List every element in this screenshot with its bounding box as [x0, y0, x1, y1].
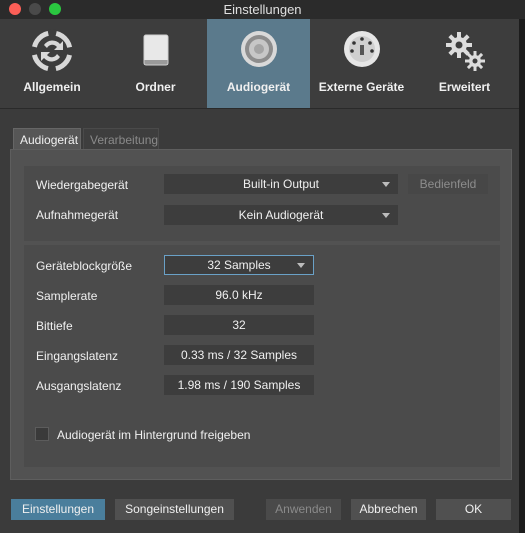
bitdepth-label: Bittiefe: [36, 319, 73, 333]
samplerate-label: Samplerate: [36, 289, 98, 303]
record-device-value: Kein Audiogerät: [238, 208, 324, 222]
midi-connector-icon: [343, 31, 380, 67]
song-settings-button[interactable]: Songeinstellungen: [115, 499, 234, 520]
ok-button[interactable]: OK: [436, 499, 511, 520]
sync-icon: [30, 29, 74, 73]
block-size-dropdown[interactable]: 32 Samples: [164, 255, 314, 275]
settings-button[interactable]: Einstellungen: [11, 499, 105, 520]
background-release-label: Audiogerät im Hintergrund freigeben: [57, 428, 251, 442]
bitdepth-value: 32: [164, 315, 314, 335]
record-device-label: Aufnahmegerät: [36, 208, 119, 222]
samplerate-value: 96.0 kHz: [164, 285, 314, 305]
tab-audio-device[interactable]: Audiogerät: [13, 128, 81, 149]
block-size-value: 32 Samples: [207, 258, 271, 272]
toolbar-label-advanced: Erweitert: [438, 80, 491, 94]
window-edge: [519, 19, 525, 533]
toolbar-label-external-devices: Externe Geräte: [318, 80, 405, 94]
device-settings-group: Geräteblockgröße 32 Samples Samplerate 9…: [24, 245, 500, 467]
audio-device-panel: Wiedergabegerät Built-in Output Bedienfe…: [10, 149, 512, 480]
input-latency-label: Eingangslatenz: [36, 349, 119, 363]
toolbar-divider: [0, 108, 519, 109]
window-title: Einstellungen: [223, 2, 302, 17]
control-panel-button[interactable]: Bedienfeld: [408, 174, 488, 194]
toolbar-item-general[interactable]: Allgemein: [0, 19, 104, 108]
chevron-down-icon: [382, 182, 390, 187]
toolbar-label-folders: Ordner: [135, 80, 176, 94]
record-device-dropdown[interactable]: Kein Audiogerät: [164, 205, 398, 225]
tab-processing[interactable]: Verarbeitung: [83, 128, 159, 149]
block-size-label: Geräteblockgröße: [36, 259, 133, 273]
chevron-down-icon: [297, 263, 305, 268]
input-latency-value: 0.33 ms / 32 Samples: [164, 345, 314, 365]
toolbar-label-general: Allgemein: [23, 80, 81, 94]
title-bar: Einstellungen: [0, 0, 525, 19]
toolbar-item-external-devices[interactable]: Externe Geräte: [310, 19, 413, 108]
playback-device-label: Wiedergabegerät: [36, 178, 129, 192]
gears-icon: [445, 32, 485, 71]
toolbar-label-audio-device: Audiogerät: [226, 80, 291, 94]
playback-device-dropdown[interactable]: Built-in Output: [164, 174, 398, 194]
background-release-checkbox[interactable]: [35, 427, 49, 441]
toolbar-item-advanced[interactable]: Erweitert: [413, 19, 516, 108]
device-selection-group: Wiedergabegerät Built-in Output Bedienfe…: [24, 166, 500, 241]
settings-window: Einstellungen Allgemein Ordner Audiogerä…: [0, 0, 525, 533]
speaker-icon: [240, 31, 277, 67]
output-latency-label: Ausgangslatenz: [36, 379, 122, 393]
toolbar-item-folders[interactable]: Ordner: [104, 19, 207, 108]
settings-toolbar: Allgemein Ordner Audiogerät Externe Gerä…: [0, 19, 519, 108]
output-latency-value: 1.98 ms / 190 Samples: [164, 375, 314, 395]
playback-device-value: Built-in Output: [242, 177, 320, 191]
drive-icon: [143, 34, 168, 66]
toolbar-item-audio-device[interactable]: Audiogerät: [207, 19, 310, 108]
cancel-button[interactable]: Abbrechen: [351, 499, 426, 520]
apply-button[interactable]: Anwenden: [266, 499, 341, 520]
chevron-down-icon: [382, 213, 390, 218]
